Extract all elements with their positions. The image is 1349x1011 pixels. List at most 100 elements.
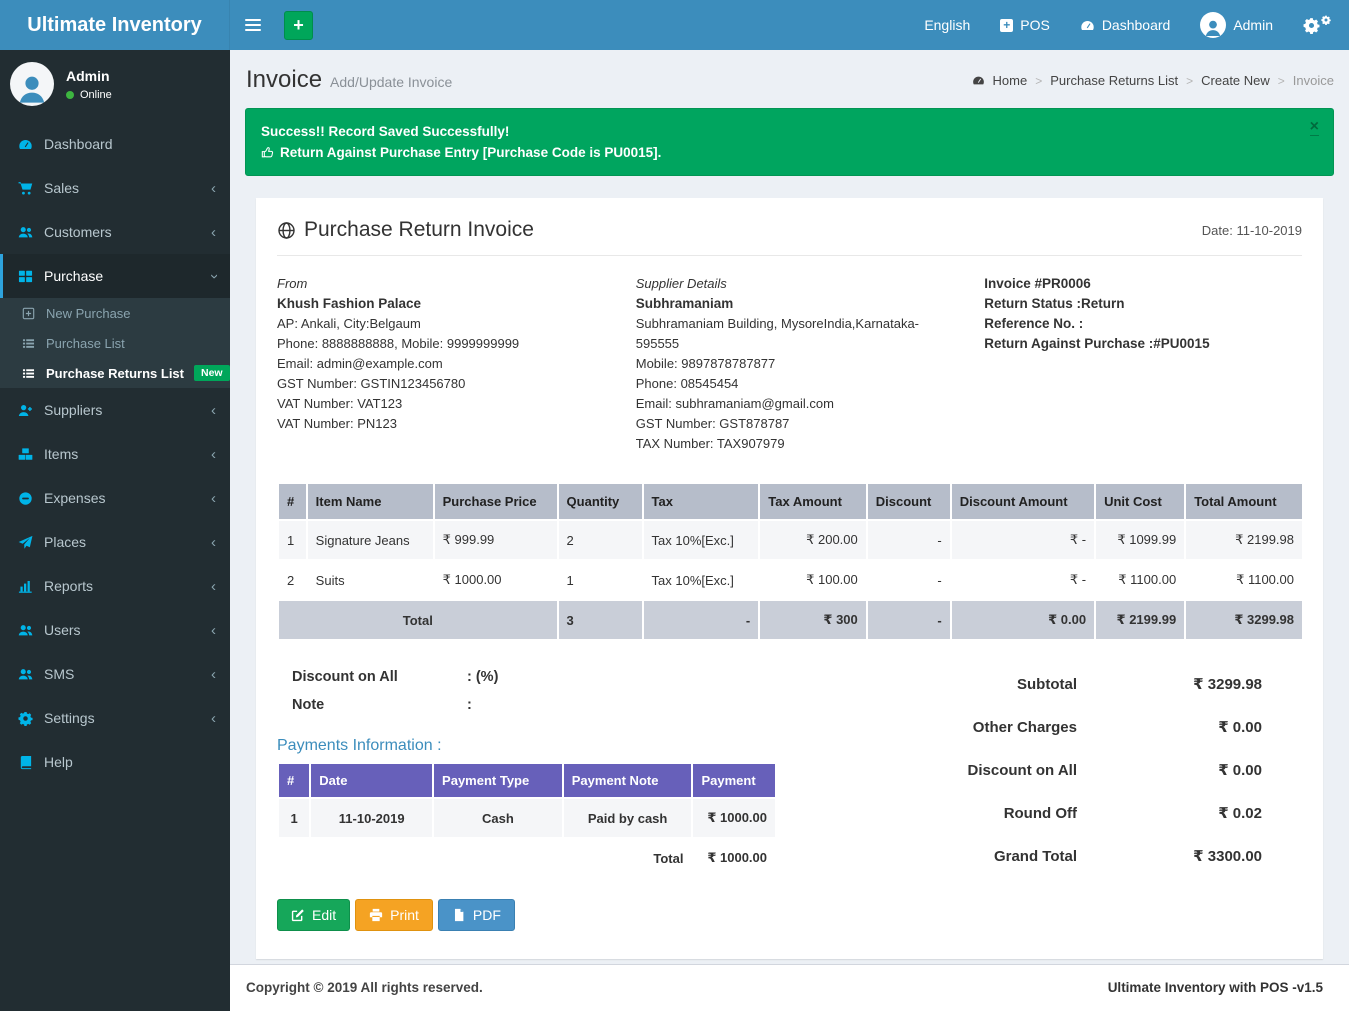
sidebar: Admin Online Dashboard Sales ‹ Customers… — [0, 50, 230, 1011]
success-alert: Success!! Record Saved Successfully! Ret… — [245, 108, 1334, 176]
online-status-dot — [66, 91, 74, 99]
print-button[interactable]: Print — [355, 899, 433, 931]
pencil-square-icon — [291, 908, 305, 922]
user-avatar-icon — [1200, 12, 1226, 38]
return-against-purchase: Return Against Purchase :#PU0015 — [984, 334, 1302, 354]
footer: Copyright © 2019 All rights reserved. Ul… — [230, 964, 1349, 1011]
invoice-panel: Purchase Return Invoice Date: 11-10-2019… — [256, 198, 1323, 959]
reference-no: Reference No. : — [984, 314, 1302, 334]
dashboard-link[interactable]: Dashboard — [1065, 0, 1186, 50]
invoice-info-row: From Khush Fashion Palace AP: Ankali, Ci… — [277, 274, 1302, 454]
main-content: Invoice Add/Update Invoice Home > Purcha… — [230, 50, 1349, 1011]
cogs-icon — [18, 711, 44, 726]
items-table-total-row: Total 3 - ₹ 300 - ₹ 0.00 ₹ 2199.99 ₹ 329… — [278, 600, 1302, 639]
sidebar-item-sms[interactable]: SMS ‹ — [0, 652, 230, 696]
summary-row-subtotal: Subtotal ₹ 3299.98 — [841, 675, 1262, 693]
payments-total-label: Total — [563, 838, 693, 877]
breadcrumb-purchase-returns-list[interactable]: Purchase Returns List — [1050, 73, 1178, 88]
sidebar-item-purchase-returns-list[interactable]: Purchase Returns List New — [0, 358, 230, 388]
sidebar-item-dashboard[interactable]: Dashboard — [0, 122, 230, 166]
payments-table-total-row: Total ₹ 1000.00 — [278, 838, 775, 877]
sidebar-item-users[interactable]: Users ‹ — [0, 608, 230, 652]
summary-block: Subtotal ₹ 3299.98 Other Charges ₹ 0.00 … — [841, 639, 1302, 877]
sidebar-item-new-purchase[interactable]: New Purchase — [0, 298, 230, 328]
tachometer-icon — [1080, 18, 1095, 33]
sidebar-user-panel: Admin Online — [0, 50, 230, 118]
invoice-date: Date: 11-10-2019 — [1202, 223, 1302, 238]
summary-row-other-charges: Other Charges ₹ 0.00 — [841, 718, 1262, 736]
cart-icon — [18, 181, 44, 196]
breadcrumb-create-new[interactable]: Create New — [1201, 73, 1270, 88]
cubes-icon — [18, 447, 44, 462]
discount-on-all-label: Discount on All — [292, 669, 467, 685]
list-icon — [22, 337, 46, 350]
chevron-left-icon: ‹ — [211, 403, 216, 418]
sidebar-toggle-button[interactable] — [230, 0, 276, 50]
items-table: # Item Name Purchase Price Quantity Tax … — [277, 484, 1302, 639]
language-label: English — [924, 17, 970, 33]
pdf-button[interactable]: PDF — [438, 899, 515, 931]
navbar-right: English + POS Dashboard Admin — [909, 0, 1349, 50]
user-menu[interactable]: Admin — [1185, 0, 1288, 50]
divider — [277, 255, 1302, 256]
return-status: Return Status :Return — [984, 294, 1302, 314]
chevron-left-icon: ‹ — [211, 623, 216, 638]
breadcrumb: Home > Purchase Returns List > Create Ne… — [972, 73, 1334, 88]
bar-chart-icon — [18, 579, 44, 594]
supplier-line: TAX Number: TAX907979 — [636, 434, 955, 454]
alert-line2-row: Return Against Purchase Entry [Purchase … — [261, 142, 1318, 163]
settings-menu[interactable] — [1288, 0, 1349, 50]
sidebar-item-suppliers[interactable]: Suppliers ‹ — [0, 388, 230, 432]
from-block: From Khush Fashion Palace AP: Ankali, Ci… — [277, 274, 636, 454]
chevron-left-icon: ‹ — [211, 579, 216, 594]
chevron-left-icon: ‹ — [211, 225, 216, 240]
sidebar-item-purchase[interactable]: Purchase ‹ — [0, 254, 230, 298]
top-navbar: Ultimate Inventory + English + POS Dashb… — [0, 0, 1349, 50]
close-icon[interactable]: × — [1310, 119, 1319, 136]
chevron-down-icon: ‹ — [206, 274, 221, 279]
sidebar-item-expenses[interactable]: Expenses ‹ — [0, 476, 230, 520]
payments-table-row: 1 11-10-2019 Cash Paid by cash ₹ 1000.00 — [278, 798, 775, 838]
from-line: AP: Ankali, City:Belgaum — [277, 314, 616, 334]
payments-total-value: ₹ 1000.00 — [692, 838, 775, 877]
brand-logo[interactable]: Ultimate Inventory — [0, 0, 230, 50]
note-row: Note : — [277, 697, 841, 713]
printer-icon — [369, 908, 383, 922]
cog-small-icon — [1321, 15, 1331, 25]
breadcrumb-current: Invoice — [1293, 73, 1334, 88]
plus-square-outline-icon — [22, 307, 46, 320]
book-icon — [18, 755, 44, 770]
language-menu[interactable]: English — [909, 0, 985, 50]
sidebar-item-purchase-list[interactable]: Purchase List — [0, 328, 230, 358]
file-pdf-icon — [452, 908, 466, 922]
breadcrumb-home[interactable]: Home — [993, 73, 1028, 88]
from-name: Khush Fashion Palace — [277, 294, 616, 314]
sidebar-item-customers[interactable]: Customers ‹ — [0, 210, 230, 254]
from-line: Email: admin@example.com — [277, 354, 616, 374]
supplier-line: Email: subhramaniam@gmail.com — [636, 394, 955, 414]
sidebar-item-help[interactable]: Help — [0, 740, 230, 784]
purchase-submenu: New Purchase Purchase List Purchase Retu… — [0, 298, 230, 388]
sidebar-item-items[interactable]: Items ‹ — [0, 432, 230, 476]
pos-link[interactable]: + POS — [985, 0, 1065, 50]
sidebar-item-settings[interactable]: Settings ‹ — [0, 696, 230, 740]
from-line: GST Number: GSTIN123456780 — [277, 374, 616, 394]
supplier-line: Mobile: 9897878787877 — [636, 354, 955, 374]
sidebar-item-sales[interactable]: Sales ‹ — [0, 166, 230, 210]
sidebar-item-reports[interactable]: Reports ‹ — [0, 564, 230, 608]
chevron-left-icon: ‹ — [211, 535, 216, 550]
supplier-line: GST Number: GST878787 — [636, 414, 955, 434]
items-table-header-row: # Item Name Purchase Price Quantity Tax … — [278, 484, 1302, 520]
sidebar-item-places[interactable]: Places ‹ — [0, 520, 230, 564]
sidebar-user-status: Online — [66, 89, 112, 101]
navbar: + English + POS Dashboard Admin — [230, 0, 1349, 50]
chevron-left-icon: ‹ — [211, 491, 216, 506]
chevron-left-icon: ‹ — [211, 711, 216, 726]
summary-row-round-off: Round Off ₹ 0.02 — [841, 804, 1262, 822]
minus-circle-icon — [18, 491, 44, 506]
edit-button[interactable]: Edit — [277, 899, 350, 931]
payments-heading: Payments Information : — [277, 737, 841, 755]
quick-add-button[interactable]: + — [284, 11, 313, 40]
breadcrumb-separator: > — [1278, 74, 1285, 88]
tachometer-icon — [972, 74, 985, 87]
